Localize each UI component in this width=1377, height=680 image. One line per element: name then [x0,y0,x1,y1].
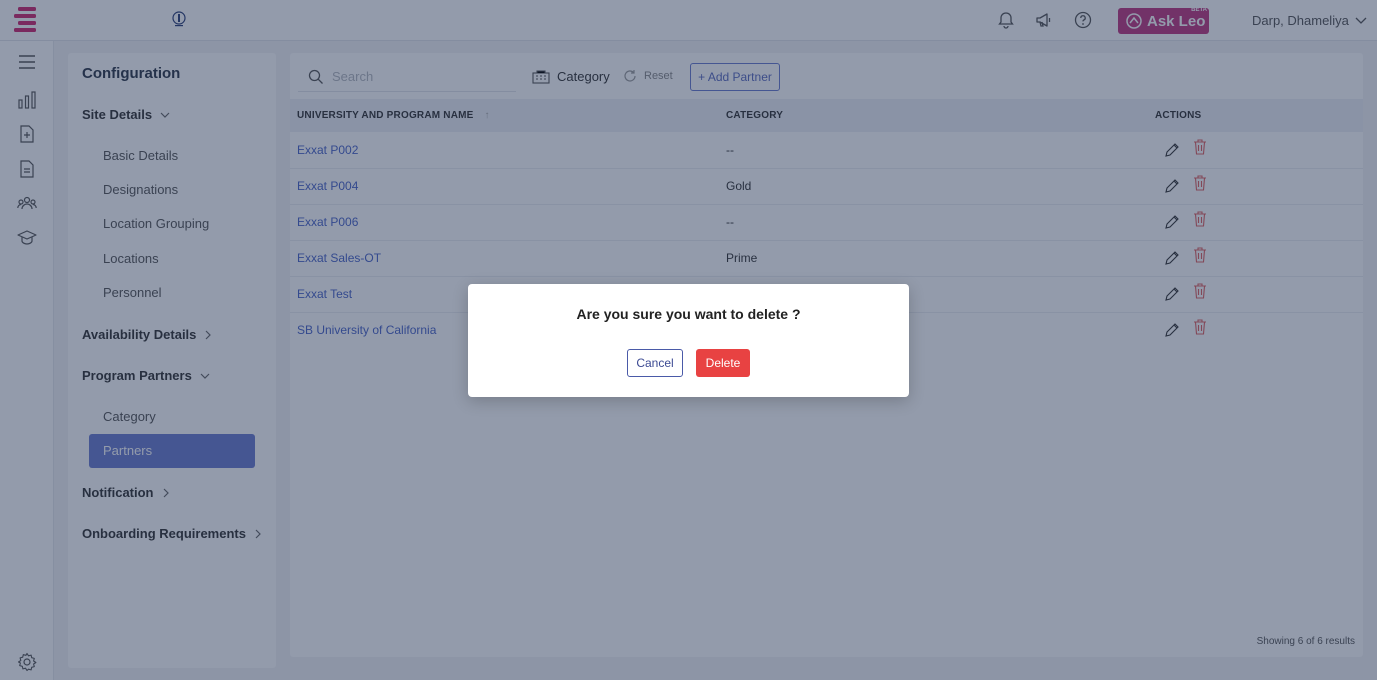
delete-button[interactable]: Delete [696,349,750,377]
delete-confirm-dialog: Are you sure you want to delete ? Cancel… [468,284,909,397]
cancel-button[interactable]: Cancel [627,349,683,377]
app: Ask Leo BETA Darp, Dhameliya Configurati… [0,0,1377,680]
dialog-message: Are you sure you want to delete ? [576,306,801,322]
